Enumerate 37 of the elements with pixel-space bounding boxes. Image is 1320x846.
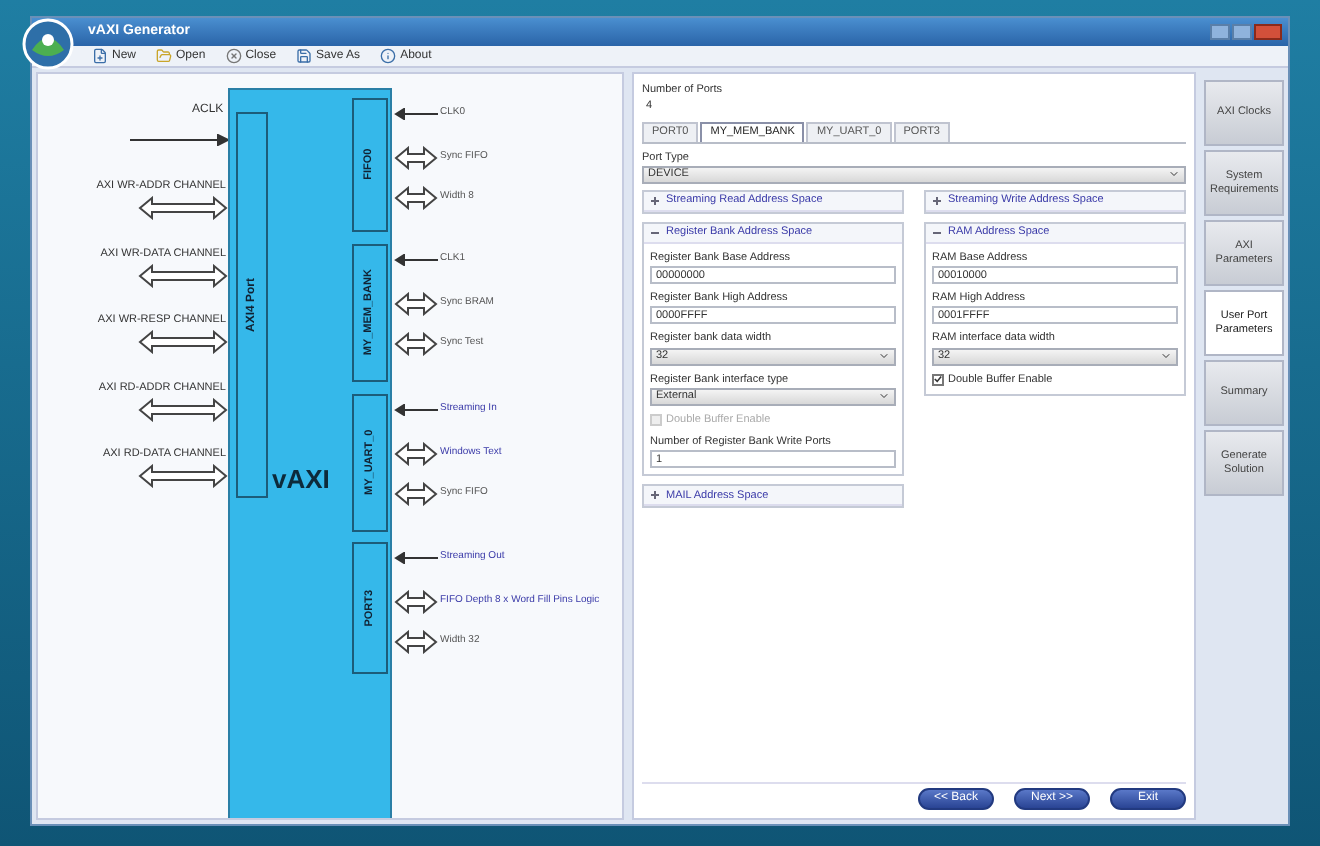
close-button[interactable] <box>1254 24 1282 40</box>
plus-icon <box>650 195 660 206</box>
checkbox[interactable] <box>932 373 944 386</box>
double-arrow <box>394 590 438 614</box>
maximize-button[interactable] <box>1232 24 1252 40</box>
double-arrow <box>138 397 228 421</box>
chevron-down-icon <box>1160 350 1172 362</box>
plus-icon <box>932 195 942 206</box>
arrow <box>394 403 438 416</box>
double-arrow <box>138 330 228 354</box>
core-label: vAXI <box>272 462 330 498</box>
chevron-down-icon <box>1168 168 1180 181</box>
minus-icon <box>650 227 660 238</box>
close-icon <box>225 48 242 64</box>
arrow <box>394 253 438 266</box>
folder-icon <box>156 48 173 64</box>
double-arrow <box>138 196 228 220</box>
double-arrow <box>394 482 438 506</box>
double-arrow <box>394 146 438 170</box>
save-icon <box>296 48 313 64</box>
double-arrow <box>394 442 438 466</box>
double-arrow <box>394 332 438 356</box>
arrow <box>394 107 438 120</box>
double-arrow <box>394 630 438 654</box>
plus-icon <box>650 490 660 501</box>
minimize-button[interactable] <box>1210 24 1230 40</box>
double-arrow <box>394 186 438 210</box>
chevron-down-icon <box>878 390 890 403</box>
double-arrow <box>138 263 228 287</box>
new-file-icon <box>92 48 108 64</box>
arrow <box>394 551 438 564</box>
minus-icon <box>932 227 942 238</box>
double-arrow <box>138 464 228 488</box>
chevron-down-icon <box>878 350 890 362</box>
info-icon <box>380 48 397 64</box>
clock-arrow <box>130 134 230 146</box>
double-arrow <box>394 292 438 316</box>
